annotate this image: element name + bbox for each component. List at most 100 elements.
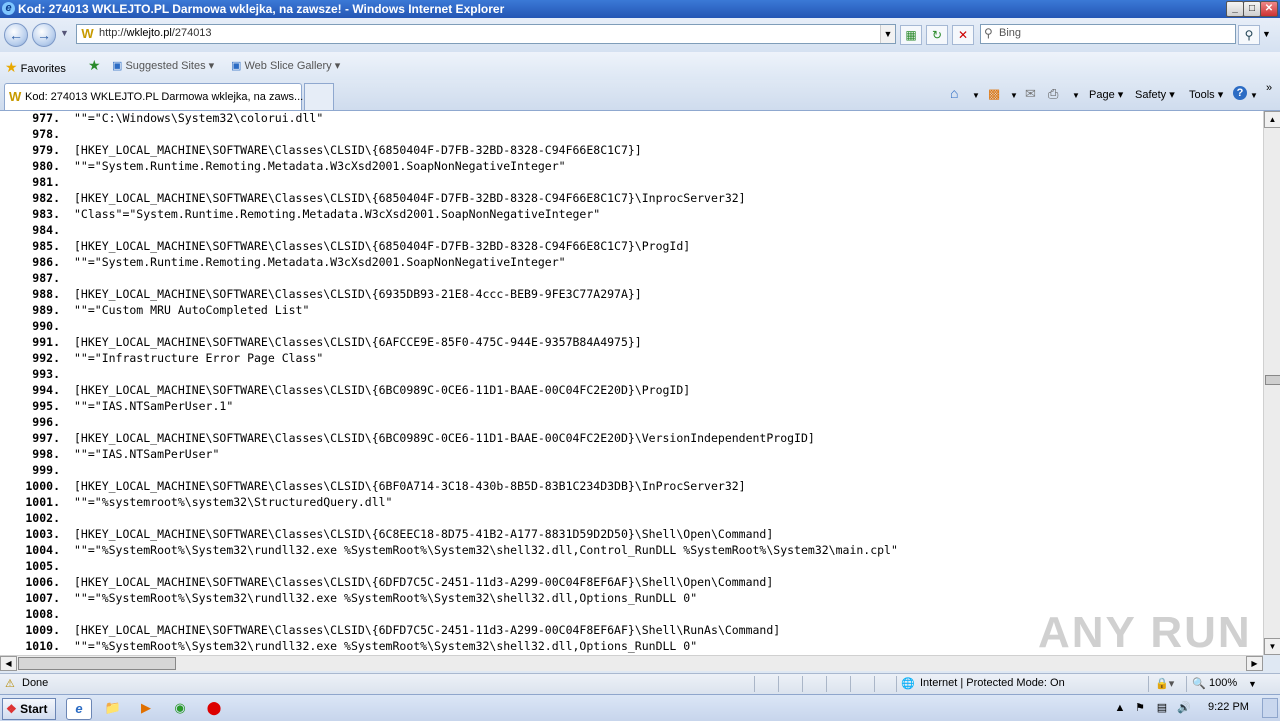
line-number: 995. [32,399,60,413]
print-dropdown-icon[interactable]: ▼ [1072,91,1080,100]
line-number: 986. [32,255,60,269]
zoom-icon[interactable]: 🔍 [1192,677,1206,690]
taskbar-media-player-icon[interactable]: ▶ [134,698,158,718]
refresh-icon[interactable]: ↻ [926,25,948,45]
taskbar-ie-icon[interactable]: e [66,698,92,720]
line-number: 1002. [25,511,60,525]
code-line: 1005. [0,558,74,574]
line-number: 1010. [25,639,60,653]
line-number: 994. [32,383,60,397]
page-menu[interactable]: Page ▾ [1089,88,1123,101]
show-desktop-button[interactable] [1262,698,1278,718]
horizontal-scroll-thumb[interactable] [18,657,176,670]
code-line: 979. [HKEY_LOCAL_MACHINE\SOFTWARE\Classes… [0,142,641,158]
search-icon[interactable]: ⚲ [1238,25,1260,45]
help-icon[interactable]: ? [1233,86,1247,100]
volume-icon[interactable]: 🔊 [1172,698,1196,718]
line-code: [HKEY_LOCAL_MACHINE\SOFTWARE\Classes\CLS… [74,479,746,493]
taskbar: ❖ Start e 📁 ▶ ◉ ⬤ ▲ ⚑ ▤ 🔊 9:22 PM [0,694,1280,721]
protected-mode-lock-icon[interactable]: 🔒▾ [1155,677,1174,690]
safety-menu[interactable]: Safety ▾ [1135,88,1175,101]
code-line: 1001. ""="%systemroot%\system32\Structure… [0,494,392,510]
vertical-scrollbar[interactable]: ▲ ▼ [1263,111,1280,655]
code-line: 992. ""="Infrastructure Error Page Class" [0,350,323,366]
address-url[interactable]: http://wklejto.pl/274013 [99,27,212,39]
line-number: 1008. [25,607,60,621]
code-line: 1009. [HKEY_LOCAL_MACHINE\SOFTWARE\Classe… [0,622,780,638]
minimize-button[interactable]: _ [1226,1,1244,17]
favorites-button[interactable]: ★ Favorites [5,59,66,76]
windows-logo-icon: ❖ [6,702,17,716]
tools-menu[interactable]: Tools ▾ [1189,88,1223,101]
taskbar-explorer-icon[interactable]: 📁 [101,698,125,718]
code-line: 984. [0,222,74,238]
start-button[interactable]: ❖ Start [2,698,56,720]
line-number: 1000. [25,479,60,493]
vertical-scroll-thumb[interactable] [1265,375,1280,385]
scroll-right-icon[interactable]: ▶ [1246,656,1263,671]
security-zone-text[interactable]: Internet | Protected Mode: On [920,677,1065,689]
code-line: 1003. [HKEY_LOCAL_MACHINE\SOFTWARE\Classe… [0,526,773,542]
address-dropdown-icon[interactable]: ▼ [880,25,895,43]
code-line: 996. [0,414,74,430]
code-line: 1006. [HKEY_LOCAL_MACHINE\SOFTWARE\Classe… [0,574,773,590]
zoom-level[interactable]: 100% [1209,677,1237,689]
action-center-flag-icon[interactable]: ⚑ [1128,698,1152,718]
more-commands-chevron-icon[interactable]: » [1266,82,1272,94]
horizontal-scrollbar[interactable]: ◀ ▶ [0,655,1263,671]
tab-active[interactable]: W Kod: 274013 WKLEJTO.PL Darmowa wklejka… [4,83,304,110]
line-code: ""="IAS.NTSamPerUser.1" [74,399,234,413]
network-icon[interactable]: ▤ [1150,698,1174,718]
code-line: 977. ""="C:\Windows\System32\colorui.dll" [0,111,323,126]
tab-title: Kod: 274013 WKLEJTO.PL Darmowa wklejka, … [25,91,304,103]
new-tab-button[interactable] [304,83,334,110]
line-code: ""="IAS.NTSamPerUser" [74,447,220,461]
zoom-dropdown-icon[interactable]: ▼ [1248,679,1257,689]
suggested-sites-icon: ▣ [112,60,123,72]
feeds-dropdown-icon[interactable]: ▼ [1010,91,1018,100]
maximize-button[interactable]: □ [1243,1,1261,17]
code-line: 985. [HKEY_LOCAL_MACHINE\SOFTWARE\Classes… [0,238,690,254]
scroll-left-icon[interactable]: ◀ [0,656,17,671]
code-line: 997. [HKEY_LOCAL_MACHINE\SOFTWARE\Classes… [0,430,815,446]
help-dropdown-icon[interactable]: ▼ [1250,91,1258,100]
code-line: 978. [0,126,74,142]
line-number: 981. [32,175,60,189]
start-label: Start [20,702,48,716]
close-button[interactable]: ✕ [1260,1,1278,17]
scroll-up-icon[interactable]: ▲ [1264,111,1280,128]
home-dropdown-icon[interactable]: ▼ [972,91,980,100]
scroll-down-icon[interactable]: ▼ [1264,638,1280,655]
home-icon[interactable]: ⌂ [950,85,958,101]
read-mail-icon[interactable]: ✉ [1025,86,1036,102]
back-button[interactable]: ← [4,23,28,47]
suggested-sites-link[interactable]: ▣ Suggested Sites ▾ [112,59,214,72]
recent-pages-dropdown-icon[interactable]: ▼ [60,28,69,38]
line-code: [HKEY_LOCAL_MACHINE\SOFTWARE\Classes\CLS… [74,575,774,589]
line-number: 988. [32,287,60,301]
code-line: 991. [HKEY_LOCAL_MACHINE\SOFTWARE\Classes… [0,334,641,350]
code-line: 986. ""="System.Runtime.Remoting.Metadata… [0,254,565,270]
clock[interactable]: 9:22 PM [1208,701,1249,713]
window-title-bar: e Kod: 274013 WKLEJTO.PL Darmowa wklejka… [0,0,1280,18]
line-code: ""="Custom MRU AutoCompleted List" [74,303,310,317]
feeds-icon[interactable]: ▩ [988,86,1000,102]
compatibility-view-icon[interactable]: ▦ [900,25,922,45]
line-number: 1007. [25,591,60,605]
stop-icon[interactable]: ✕ [952,25,974,45]
code-line: 982. [HKEY_LOCAL_MACHINE\SOFTWARE\Classes… [0,190,745,206]
line-number: 984. [32,223,60,237]
search-options-dropdown-icon[interactable]: ▼ [1262,29,1271,39]
code-line: 1002. [0,510,74,526]
taskbar-avast-icon[interactable]: ⬤ [202,698,226,718]
add-to-favorites-bar-icon[interactable]: ★ [88,57,101,74]
search-input[interactable]: Bing [999,27,1021,39]
web-slice-gallery-link[interactable]: ▣ Web Slice Gallery ▾ [231,59,340,72]
search-box[interactable]: ⚲ Bing [980,24,1236,44]
line-number: 996. [32,415,60,429]
address-bar[interactable]: W http://wklejto.pl/274013 ▼ [76,24,896,44]
taskbar-chrome-icon[interactable]: ◉ [168,698,192,718]
forward-button[interactable]: → [32,23,56,47]
print-icon[interactable]: ⎙ [1048,86,1058,102]
line-number: 982. [32,191,60,205]
